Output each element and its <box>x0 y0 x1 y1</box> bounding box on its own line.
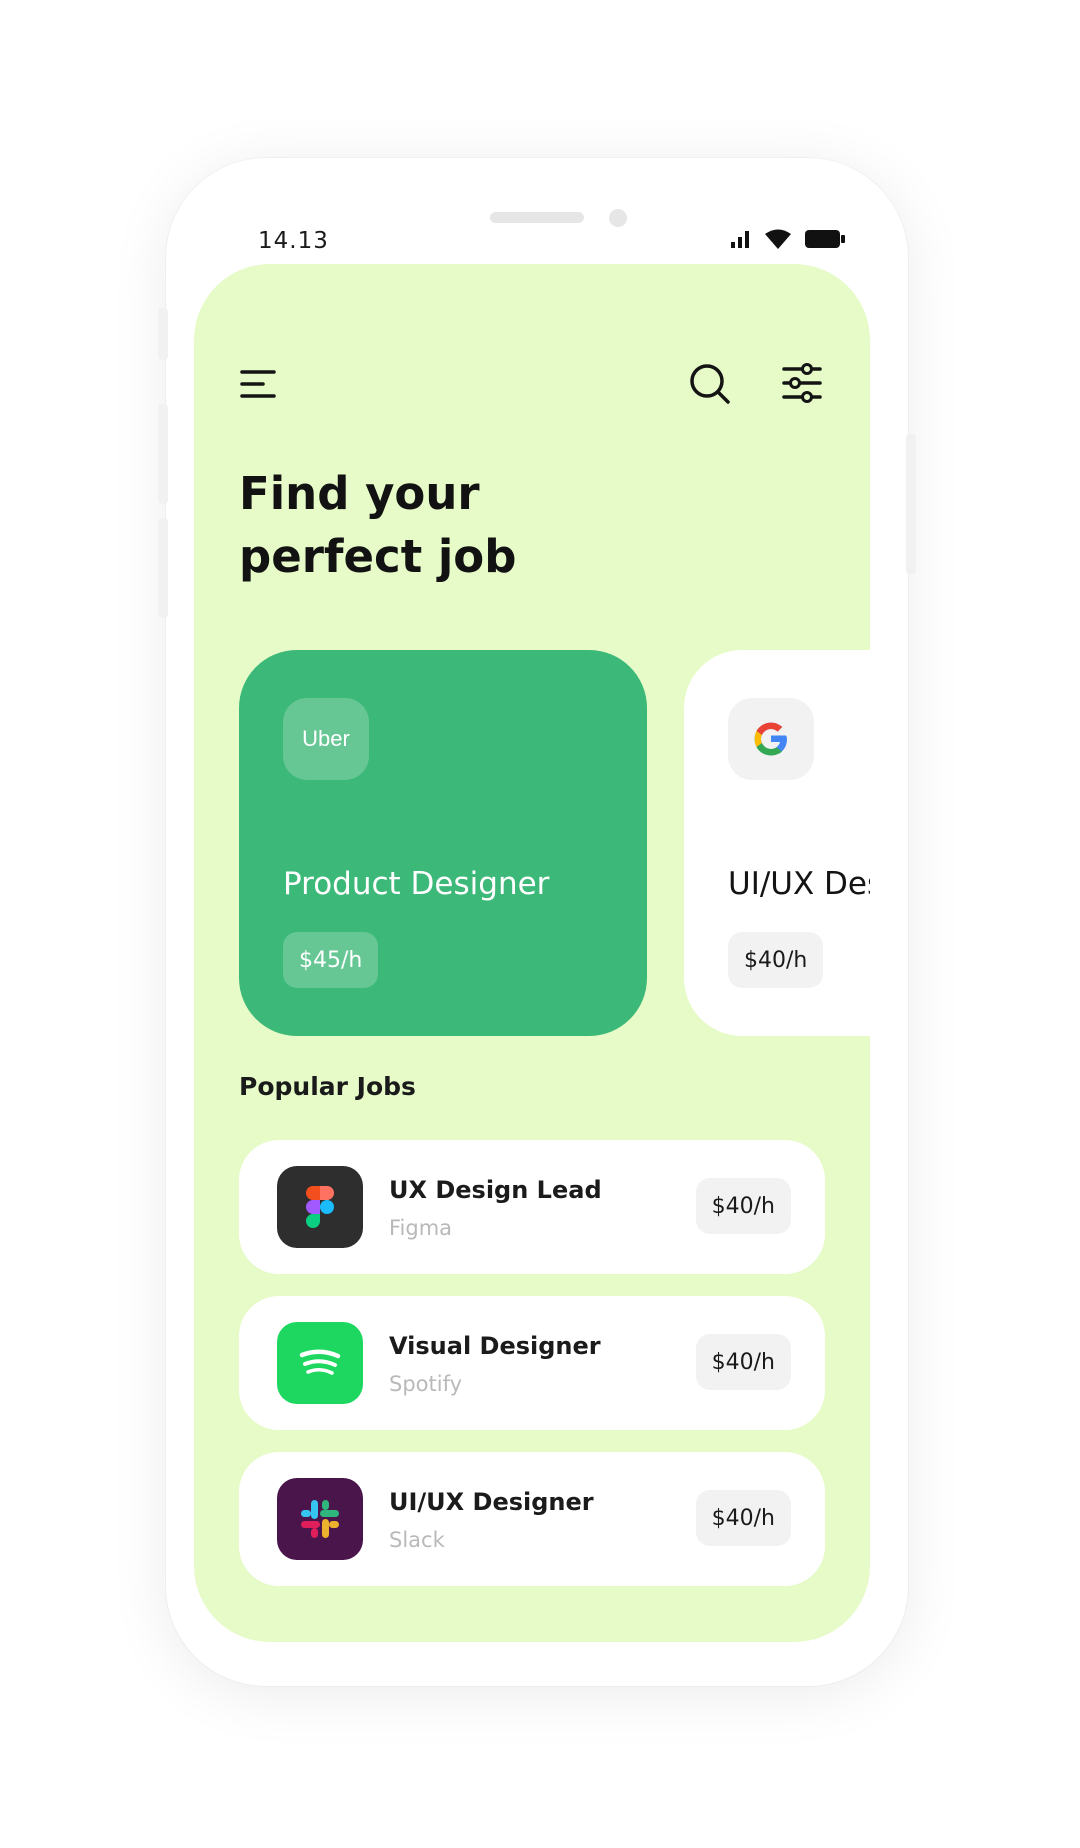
status-time: 14.13 <box>258 228 329 254</box>
job-company: Figma <box>389 1216 453 1240</box>
job-row-slack[interactable]: UI/UX Designer Slack $40/h <box>239 1452 825 1586</box>
slack-logo-tile <box>277 1478 363 1560</box>
spotify-logo-tile <box>277 1322 363 1404</box>
side-button-right <box>906 434 916 574</box>
side-button-left-1 <box>158 308 168 360</box>
job-rate: $40/h <box>695 1334 791 1390</box>
side-button-left-2 <box>158 404 168 504</box>
status-icons <box>730 228 846 250</box>
figma-logo-icon <box>306 1186 334 1228</box>
title-line-1: Find your <box>239 467 480 520</box>
figma-logo-tile <box>277 1166 363 1248</box>
job-title: UX Design Lead <box>389 1176 602 1204</box>
front-camera <box>609 209 627 227</box>
featured-job-card-uber[interactable]: Uber Product Designer $45/h <box>239 650 647 1036</box>
job-row-spotify[interactable]: Visual Designer Spotify $40/h <box>239 1296 825 1430</box>
featured-job-rate: $45/h <box>283 932 379 988</box>
wifi-icon <box>765 229 791 249</box>
google-logo-tile <box>728 698 814 780</box>
job-row-figma[interactable]: UX Design Lead Figma $40/h <box>239 1140 825 1274</box>
side-button-left-3 <box>158 518 168 618</box>
title-line-2: perfect job <box>239 530 517 583</box>
search-icon[interactable] <box>688 362 732 406</box>
job-company: Spotify <box>389 1372 463 1396</box>
job-rate: $40/h <box>695 1178 791 1234</box>
sliders-icon[interactable] <box>781 362 823 404</box>
featured-job-role: Product Designer <box>283 866 550 902</box>
job-title: UI/UX Designer <box>389 1488 594 1516</box>
popular-jobs-heading: Popular Jobs <box>239 1072 416 1101</box>
job-rate: $40/h <box>695 1490 791 1546</box>
signal-icon <box>731 231 749 248</box>
slack-logo-icon <box>301 1500 339 1538</box>
page-title: Find your perfect job <box>239 462 739 588</box>
featured-job-card-google[interactable]: UI/UX Designer $40/h <box>684 650 870 1036</box>
featured-job-rate: $40/h <box>728 932 824 988</box>
menu-icon[interactable] <box>239 368 277 400</box>
job-title: Visual Designer <box>389 1332 601 1360</box>
job-company: Slack <box>389 1528 445 1552</box>
mockup-stage: 14.13 Find your perfect job Uber Product… <box>0 0 1080 1848</box>
featured-job-role: UI/UX Designer <box>728 866 870 902</box>
uber-logo-text: Uber <box>302 726 350 751</box>
app-screen: Find your perfect job Uber Product Desig… <box>194 264 870 1642</box>
battery-icon <box>805 230 845 248</box>
google-logo-icon <box>754 722 787 756</box>
spotify-logo-icon <box>299 1349 341 1375</box>
speaker-grille <box>490 212 584 223</box>
uber-logo-tile: Uber <box>283 698 369 780</box>
